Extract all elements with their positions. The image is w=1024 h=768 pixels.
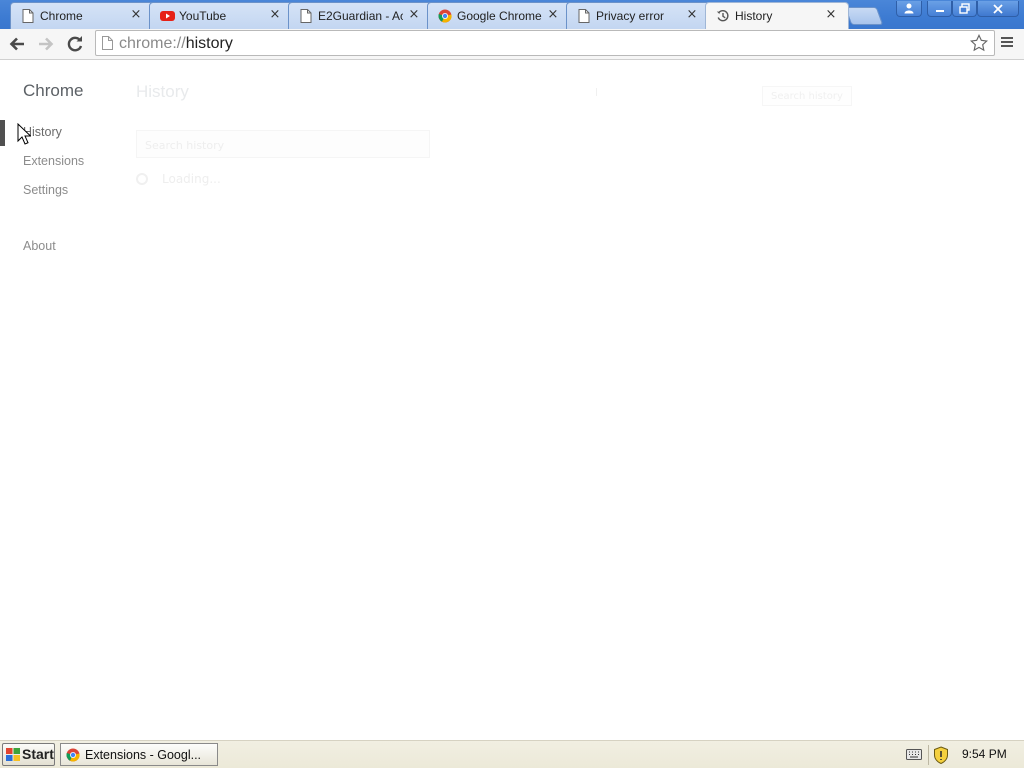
- url-text[interactable]: chrome://history: [119, 34, 233, 54]
- taskbar: Start Extensions - Googl... 9:54 PM: [0, 740, 1024, 768]
- browser-toolbar: chrome://history: [0, 29, 1024, 60]
- page-icon: [102, 36, 113, 50]
- reload-icon[interactable]: [64, 33, 86, 55]
- search-history-button[interactable]: Search history: [762, 86, 852, 106]
- tab-title: Chrome: [40, 9, 83, 23]
- tab-e2guardian[interactable]: E2Guardian - Acc ×: [288, 2, 432, 29]
- sidebar-header: Chrome: [23, 81, 84, 100]
- mouse-cursor-icon: [17, 123, 31, 145]
- tab-chrome[interactable]: Chrome ×: [10, 2, 154, 29]
- close-icon[interactable]: ×: [129, 7, 143, 23]
- close-window-button[interactable]: [977, 1, 1019, 17]
- sidebar-item-settings[interactable]: Settings: [23, 183, 68, 197]
- url-path: history: [185, 35, 233, 52]
- history-icon: [716, 10, 729, 22]
- clock: 9:54 PM: [962, 747, 1007, 761]
- search-button-label: Search history: [771, 91, 843, 102]
- tab-title: YouTube: [179, 9, 227, 23]
- nav-selected-indicator: [0, 120, 5, 146]
- history-page: Chrome History Extensions Settings About…: [0, 60, 1024, 740]
- tab-title: Privacy error: [596, 9, 665, 23]
- security-shield-icon[interactable]: [933, 746, 949, 764]
- bookmark-star-icon[interactable]: [970, 34, 988, 52]
- new-tab-button[interactable]: [844, 7, 884, 25]
- tab-title: Google Chrome -: [457, 9, 542, 23]
- close-icon[interactable]: ×: [268, 7, 282, 23]
- divider: [596, 88, 597, 96]
- minimize-icon: [935, 10, 944, 12]
- keyboard-icon[interactable]: [906, 749, 922, 760]
- loading-text: Loading...: [162, 172, 221, 186]
- page-icon: [300, 9, 312, 23]
- chrome-icon: [438, 9, 452, 23]
- spinner-icon: [136, 173, 148, 185]
- page-icon: [22, 9, 34, 23]
- close-icon[interactable]: ×: [824, 7, 838, 23]
- restore-button[interactable]: [952, 1, 977, 17]
- search-input[interactable]: Search history: [136, 130, 430, 158]
- tab-youtube[interactable]: YouTube ×: [149, 2, 293, 29]
- windows-flag-icon: [6, 748, 20, 761]
- search-placeholder: Search history: [145, 139, 225, 152]
- taskbar-item-chrome[interactable]: Extensions - Googl...: [60, 743, 218, 766]
- taskbar-item-label: Extensions - Googl...: [85, 748, 202, 762]
- page-title: History: [136, 82, 189, 101]
- start-button[interactable]: Start: [2, 743, 55, 766]
- close-icon: [993, 4, 1003, 14]
- user-icon: [904, 3, 914, 14]
- close-icon[interactable]: ×: [407, 7, 421, 23]
- tray-divider: [928, 745, 929, 765]
- forward-arrow-icon[interactable]: [35, 33, 57, 55]
- tab-privacy-error[interactable]: Privacy error ×: [566, 2, 710, 29]
- tab-history[interactable]: History ×: [705, 2, 849, 29]
- start-label: Start: [22, 746, 54, 762]
- close-icon[interactable]: ×: [685, 7, 699, 23]
- minimize-button[interactable]: [927, 1, 952, 17]
- back-arrow-icon[interactable]: [6, 33, 28, 55]
- tab-title: History: [735, 9, 773, 23]
- youtube-icon: [160, 11, 175, 21]
- omnibox[interactable]: chrome://history: [95, 30, 995, 56]
- tab-title: E2Guardian - Acc: [318, 9, 403, 23]
- menu-icon[interactable]: [1000, 35, 1014, 49]
- sidebar-item-about[interactable]: About: [23, 239, 56, 253]
- url-scheme: chrome://: [119, 35, 186, 52]
- restore-icon: [959, 3, 970, 14]
- page-icon: [578, 9, 590, 23]
- sidebar-item-extensions[interactable]: Extensions: [23, 154, 84, 168]
- close-icon[interactable]: ×: [546, 7, 560, 23]
- window-titlebar: Chrome × YouTube × E2Guardian - Acc × Go…: [0, 0, 1024, 29]
- tab-google-chrome[interactable]: Google Chrome - ×: [427, 2, 571, 29]
- profile-button[interactable]: [896, 1, 922, 17]
- chrome-icon: [66, 748, 80, 762]
